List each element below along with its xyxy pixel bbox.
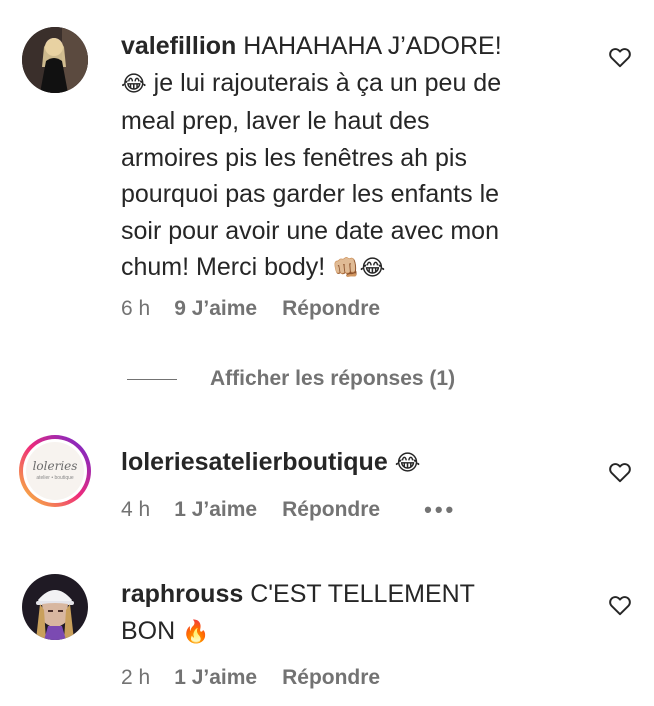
comment-meta: 2 h 1 J’aime Répondre bbox=[121, 666, 424, 690]
fist-laughing-emoji-icon: 👊🏼😂 bbox=[332, 256, 386, 281]
likes-count[interactable]: 9 J’aime bbox=[174, 297, 257, 321]
comment-username[interactable]: raphrouss bbox=[121, 580, 243, 608]
likes-count[interactable]: 1 J’aime bbox=[174, 498, 257, 522]
reply-button[interactable]: Répondre bbox=[282, 498, 380, 522]
fire-emoji-icon: 🔥 bbox=[182, 619, 210, 645]
view-replies-button[interactable]: Afficher les réponses (1) bbox=[127, 367, 455, 391]
comment-text: valefillion HAHAHAHA J’ADORE! 😂 je lui r… bbox=[121, 32, 502, 281]
avatar[interactable] bbox=[22, 27, 88, 93]
story-ring: loleries atelier • boutique bbox=[23, 439, 87, 503]
avatar-photo-icon bbox=[22, 27, 88, 93]
avatar[interactable]: loleries atelier • boutique bbox=[19, 435, 91, 507]
heart-icon[interactable] bbox=[607, 44, 633, 70]
comment-username[interactable]: valefillion bbox=[121, 32, 236, 60]
more-options-icon[interactable]: ••• bbox=[424, 497, 456, 523]
view-replies-label: Afficher les réponses (1) bbox=[210, 367, 456, 390]
comment-text: raphrouss C'EST TELLEMENT BON 🔥 bbox=[121, 580, 475, 645]
divider bbox=[127, 378, 177, 380]
reply-button[interactable]: Répondre bbox=[282, 297, 380, 321]
heart-icon[interactable] bbox=[607, 459, 633, 485]
laughing-emoji-icon: 😂 bbox=[394, 451, 421, 476]
comment-text: loleriesatelierboutique 😂 bbox=[121, 444, 581, 483]
comment-meta: 6 h 9 J’aime Répondre bbox=[121, 297, 424, 321]
timestamp: 6 h bbox=[121, 297, 151, 320]
timestamp: 2 h bbox=[121, 666, 151, 689]
laughing-emoji-icon: 😂 bbox=[121, 71, 147, 97]
avatar-photo-icon bbox=[22, 574, 88, 640]
timestamp: 4 h bbox=[121, 498, 151, 521]
reply-button[interactable]: Répondre bbox=[282, 666, 380, 690]
likes-count[interactable]: 1 J’aime bbox=[174, 666, 257, 690]
comment-username[interactable]: loleriesatelierboutique bbox=[121, 448, 388, 476]
comment-meta: 4 h 1 J’aime Répondre ••• bbox=[121, 497, 456, 523]
avatar-logo-subtext: atelier • boutique bbox=[36, 475, 74, 481]
heart-icon[interactable] bbox=[607, 592, 633, 618]
avatar-logo-text: loleries bbox=[32, 459, 78, 473]
avatar[interactable] bbox=[22, 574, 88, 640]
